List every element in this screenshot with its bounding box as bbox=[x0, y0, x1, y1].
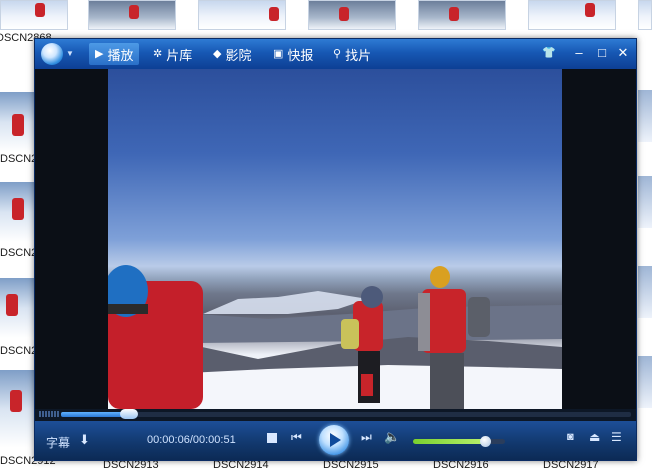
file-name[interactable]: DSCN2 bbox=[0, 345, 37, 357]
volume-slider[interactable] bbox=[413, 436, 505, 447]
video-scene-image bbox=[108, 265, 562, 409]
video-frame[interactable] bbox=[108, 69, 562, 409]
file-thumbnail[interactable] bbox=[198, 0, 286, 30]
stop-icon[interactable] bbox=[267, 433, 277, 443]
subtitle-button[interactable]: 字幕 bbox=[46, 434, 70, 451]
file-name[interactable]: DSCN2 bbox=[0, 153, 37, 165]
seek-handle[interactable] bbox=[120, 409, 139, 419]
seek-track[interactable] bbox=[61, 409, 631, 419]
file-thumbnail[interactable] bbox=[638, 0, 652, 30]
minimize-button[interactable]: – bbox=[571, 45, 587, 61]
screenshot-icon[interactable]: ◙ bbox=[567, 431, 574, 443]
video-player-window[interactable]: ▼ ▶ 播放 ✲ 片库 ◆ 影院 ▣ 快报 ⚲ 找片 👕 – □ ✕ 字幕 ⬇ … bbox=[34, 38, 637, 461]
tab-play[interactable]: ▶ 播放 bbox=[89, 43, 140, 65]
control-bar: 字幕 ⬇ 00:00:06/00:00:51 ⏮ ⏭ 🔈 ◙ ⏏ ☰ bbox=[35, 421, 636, 460]
library-icon: ✲ bbox=[153, 47, 163, 60]
file-thumbnail[interactable] bbox=[638, 266, 652, 318]
file-thumbnail[interactable] bbox=[418, 0, 506, 30]
file-thumbnail[interactable] bbox=[0, 0, 68, 30]
file-thumbnail[interactable] bbox=[0, 278, 34, 338]
tab-label: 影院 bbox=[225, 47, 252, 63]
tab-label: 播放 bbox=[107, 47, 134, 63]
close-button[interactable]: ✕ bbox=[615, 45, 631, 61]
file-thumbnail[interactable] bbox=[0, 370, 34, 448]
search-icon: ⚲ bbox=[333, 47, 342, 60]
play-icon: ▶ bbox=[95, 47, 104, 60]
tab-find-video[interactable]: ⚲ 找片 bbox=[327, 43, 377, 65]
news-icon: ▣ bbox=[273, 47, 284, 60]
file-thumbnail[interactable] bbox=[0, 92, 34, 152]
download-arrow-icon[interactable]: ⬇ bbox=[79, 432, 90, 448]
previous-icon[interactable]: ⏮ bbox=[291, 430, 302, 445]
file-thumbnail[interactable] bbox=[638, 356, 652, 408]
skin-icon[interactable]: 👕 bbox=[541, 45, 557, 61]
seek-progress bbox=[61, 412, 130, 417]
tab-cinema[interactable]: ◆ 影院 bbox=[207, 43, 257, 65]
tab-library[interactable]: ✲ 片库 bbox=[147, 43, 198, 65]
tab-label: 找片 bbox=[345, 47, 372, 63]
file-thumbnail[interactable] bbox=[0, 182, 34, 242]
volume-handle[interactable] bbox=[479, 436, 491, 447]
time-display: 00:00:06/00:00:51 bbox=[147, 434, 236, 446]
play-icon bbox=[330, 433, 341, 447]
maximize-button[interactable]: □ bbox=[594, 45, 610, 61]
file-name[interactable]: DSCN2 bbox=[0, 247, 37, 259]
tab-label: 快报 bbox=[287, 47, 314, 63]
playlist-icon[interactable]: ☰ bbox=[611, 430, 622, 444]
player-logo-icon[interactable] bbox=[41, 43, 63, 65]
player-titlebar[interactable]: ▼ ▶ 播放 ✲ 片库 ◆ 影院 ▣ 快报 ⚲ 找片 👕 – □ ✕ bbox=[35, 39, 636, 69]
file-thumbnail[interactable] bbox=[638, 90, 652, 142]
volume-level bbox=[413, 439, 485, 444]
file-thumbnail[interactable] bbox=[88, 0, 176, 30]
menu-caret-icon[interactable]: ▼ bbox=[66, 49, 74, 58]
tab-label: 片库 bbox=[166, 47, 193, 63]
play-button[interactable] bbox=[319, 425, 349, 455]
file-thumbnail[interactable] bbox=[528, 0, 616, 30]
tab-news[interactable]: ▣ 快报 bbox=[267, 43, 319, 65]
volume-icon[interactable]: 🔈 bbox=[384, 429, 400, 445]
file-thumbnail[interactable] bbox=[638, 176, 652, 228]
next-icon[interactable]: ⏭ bbox=[361, 430, 372, 445]
seek-bar[interactable] bbox=[35, 409, 636, 421]
file-thumbnail[interactable] bbox=[308, 0, 396, 30]
eject-icon[interactable]: ⏏ bbox=[589, 430, 600, 444]
playlist-grip-icon[interactable] bbox=[39, 411, 59, 417]
cinema-icon: ◆ bbox=[213, 47, 222, 60]
